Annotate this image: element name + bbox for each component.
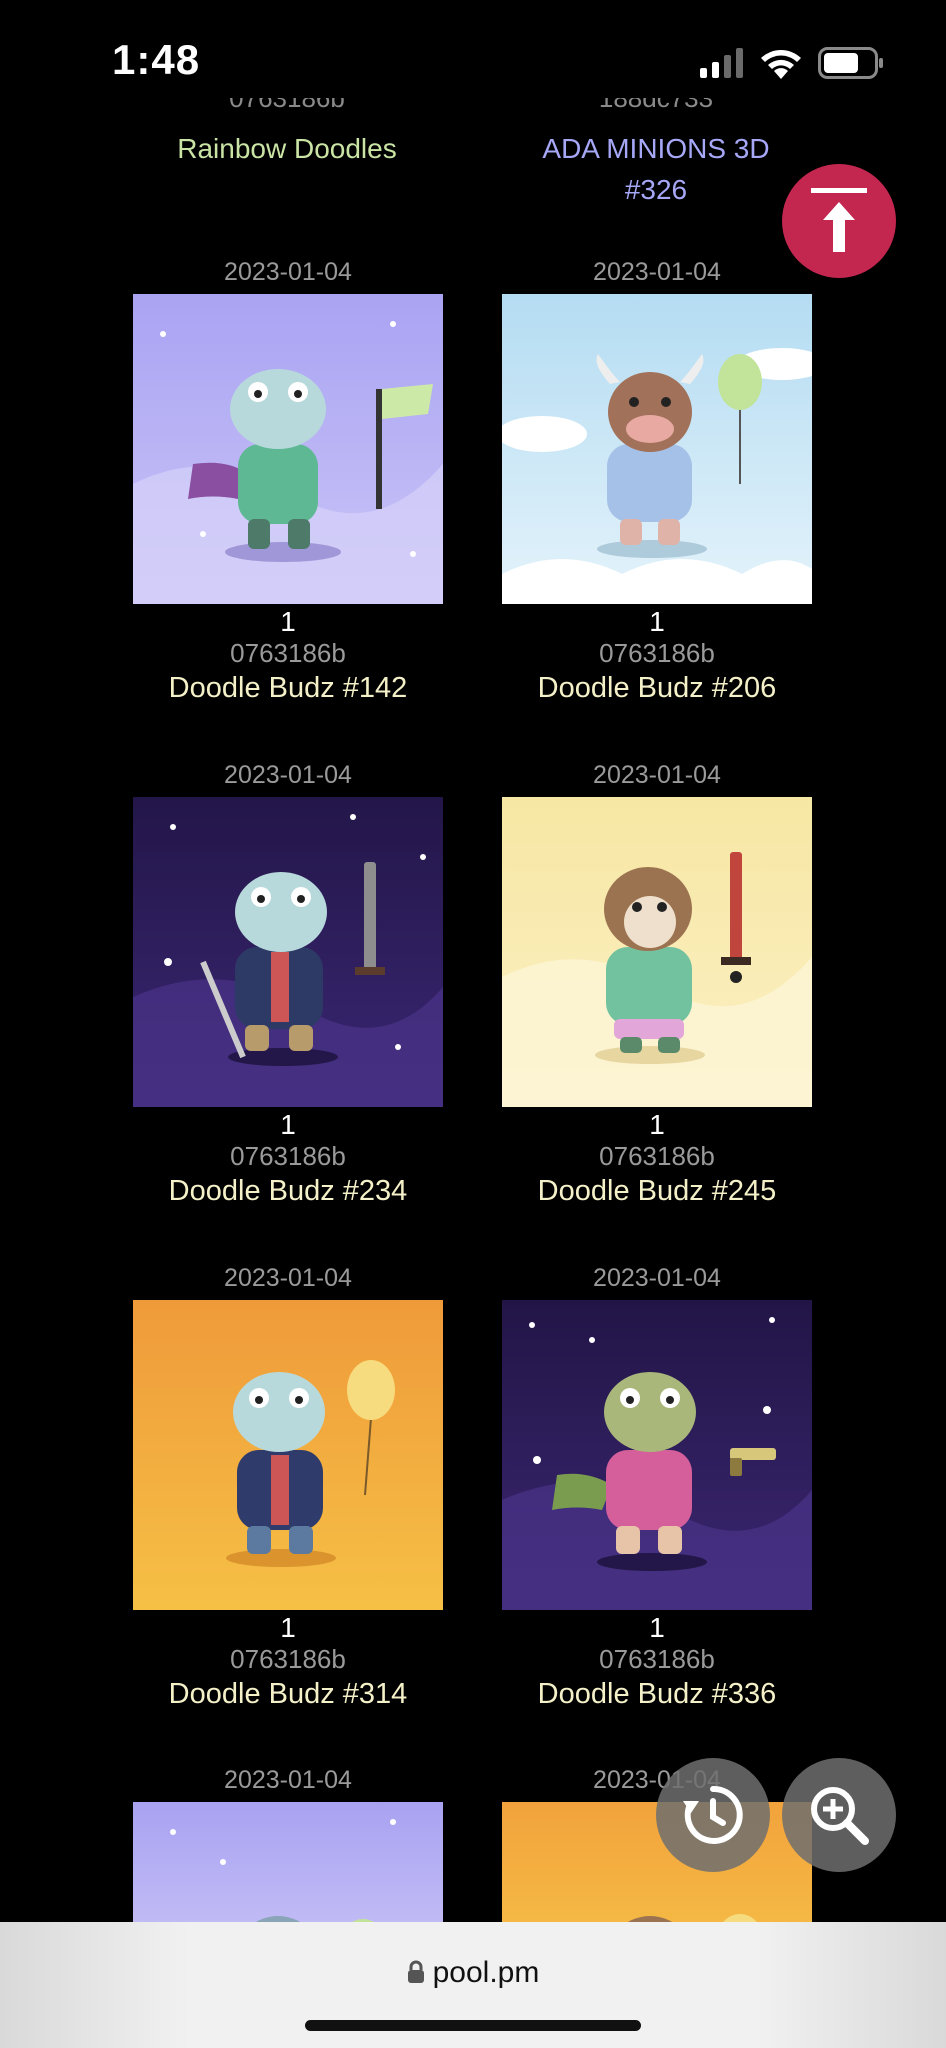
card-policy-id: 0763186b — [599, 1141, 715, 1171]
card-date: 2023-01-04 — [593, 761, 721, 789]
status-icons — [700, 46, 884, 80]
browser-url-bar[interactable]: pool.pm — [0, 1922, 946, 2048]
card-quantity: 1 — [280, 1612, 296, 1643]
card-date: 2023-01-04 — [224, 258, 352, 286]
card-date: 2023-01-04 — [593, 258, 721, 286]
card-name[interactable]: Doodle Budz #142 — [93, 672, 483, 705]
battery-icon — [818, 47, 883, 79]
card-policy-id: 0763186b — [599, 1644, 715, 1674]
history-icon — [683, 1785, 743, 1844]
card-quantity: 1 — [280, 1109, 296, 1140]
frog-flag-icon — [133, 321, 443, 604]
frog-sword-icon — [133, 814, 443, 1107]
zoom-in-icon — [811, 1787, 869, 1845]
partial-name-right[interactable]: ADA MINIONS 3D #326 — [496, 128, 816, 210]
arrow-up-to-line-icon — [811, 188, 867, 252]
zoom-button[interactable] — [782, 1758, 896, 1872]
card-quantity: 1 — [280, 606, 296, 637]
cellular-signal-icon — [700, 48, 743, 78]
card-name[interactable]: Doodle Budz #245 — [462, 1175, 852, 1208]
nft-image[interactable] — [502, 294, 812, 604]
card-name[interactable]: Doodle Budz #234 — [93, 1175, 483, 1208]
frog-gun-icon — [502, 1317, 812, 1610]
home-indicator[interactable] — [305, 2020, 641, 2031]
card-quantity: 1 — [649, 1109, 665, 1140]
nft-image[interactable] — [133, 294, 443, 604]
card-name[interactable]: Doodle Budz #206 — [462, 672, 852, 705]
card-policy-id: 0763186b — [599, 638, 715, 668]
card-quantity: 1 — [649, 606, 665, 637]
nft-image[interactable] — [502, 797, 812, 1107]
card-date: 2023-01-04 — [593, 1264, 721, 1292]
card-date: 2023-01-04 — [224, 1264, 352, 1292]
lock-icon — [407, 1960, 424, 1983]
card-date: 2023-01-04 — [224, 761, 352, 789]
url-text: pool.pm — [432, 1956, 540, 1989]
frog-balloon-icon — [226, 1360, 395, 1567]
card-quantity: 1 — [649, 1612, 665, 1643]
nft-image[interactable] — [133, 1300, 443, 1610]
partial-policy-id-left: 0763186b — [229, 98, 345, 113]
url-display[interactable]: pool.pm — [0, 1956, 946, 1990]
wifi-icon — [761, 50, 801, 79]
card-name[interactable]: Doodle Budz #314 — [93, 1678, 483, 1711]
bull-balloon-icon — [502, 348, 812, 604]
card-name[interactable]: Doodle Budz #336 — [462, 1678, 852, 1711]
card-date: 2023-01-04 — [224, 1766, 352, 1794]
status-time: 1:48 — [112, 36, 201, 83]
scroll-to-top-button[interactable] — [782, 164, 896, 278]
monkey-sword-icon — [502, 852, 812, 1107]
card-policy-id: 0763186b — [230, 638, 346, 668]
partial-name-left[interactable]: Rainbow Doodles — [127, 128, 447, 169]
history-button[interactable] — [656, 1758, 770, 1872]
card-policy-id: 0763186b — [230, 1644, 346, 1674]
nft-image[interactable] — [502, 1300, 812, 1610]
partial-policy-id-right: 188dc733 — [598, 98, 714, 113]
nft-image[interactable] — [133, 797, 443, 1107]
card-policy-id: 0763186b — [230, 1141, 346, 1171]
status-bar: 1:48 — [0, 0, 946, 110]
